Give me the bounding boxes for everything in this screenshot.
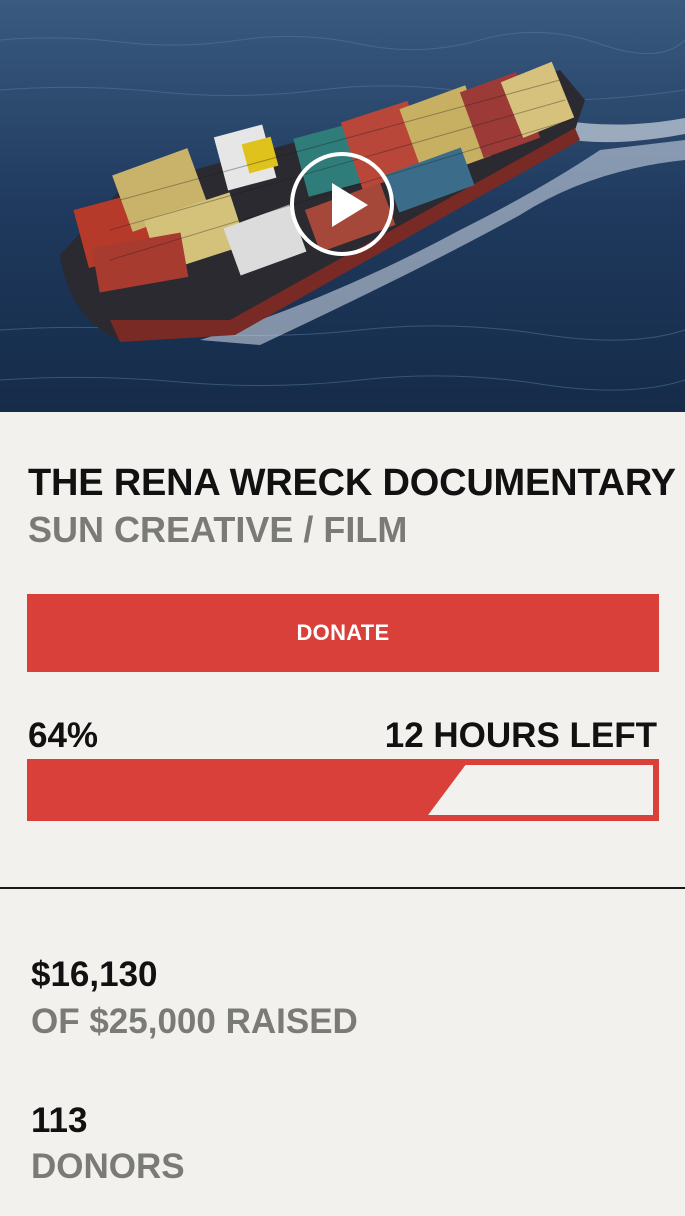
donate-button[interactable]: DONATE [27, 594, 659, 672]
amount-raised: $16,130 [31, 955, 158, 994]
campaign-subtitle: SUN CREATIVE / FILM [28, 509, 408, 550]
funding-progress-bar [27, 759, 659, 821]
play-button[interactable] [290, 152, 394, 256]
progress-percent: 64% [28, 716, 99, 755]
progress-remaining [428, 765, 653, 815]
donors-label: DONORS [31, 1147, 185, 1186]
play-icon [332, 183, 368, 227]
video-thumbnail[interactable] [0, 0, 685, 412]
campaign-title: THE RENA WRECK DOCUMENTARY [28, 462, 676, 504]
time-left-label: 12 HOURS LEFT [384, 716, 657, 755]
donor-count: 113 [31, 1101, 88, 1140]
amount-goal-label: OF $25,000 RAISED [31, 1002, 358, 1041]
section-divider [0, 887, 685, 889]
